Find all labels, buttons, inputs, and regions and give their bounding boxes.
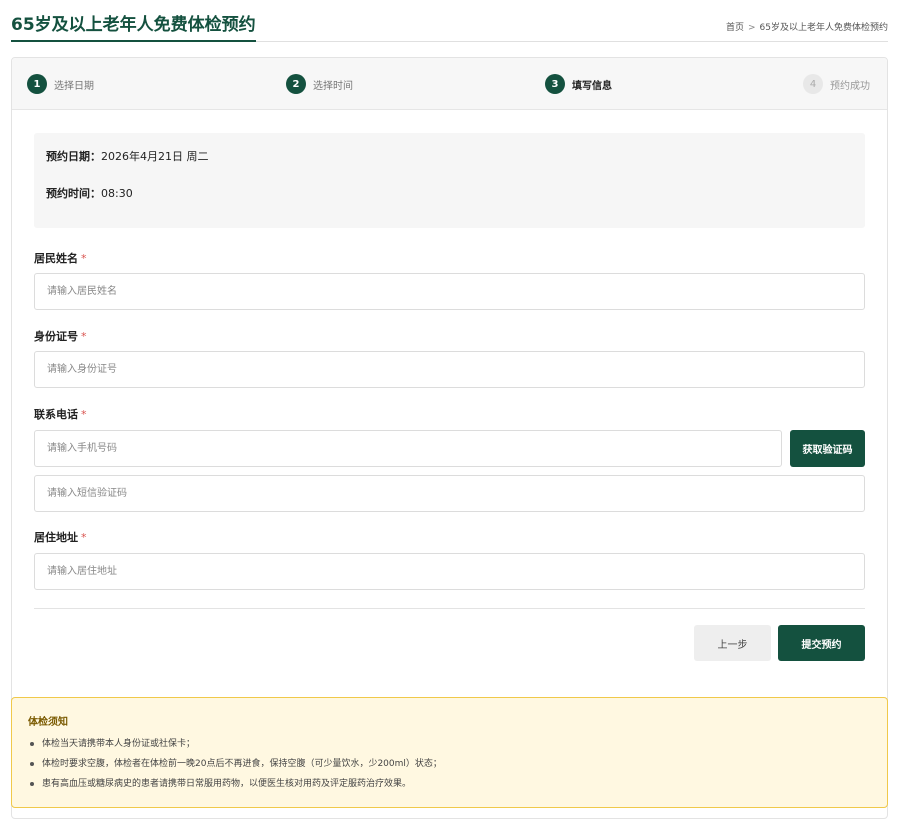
page-header: 65岁及以上老年人免费体检预约 首页 >65岁及以上老年人免费体检预约 [11,0,888,42]
step-label: 选择时间 [313,80,353,92]
exam-notice-box: 体检须知 体检当天请携带本人身份证或社保卡； 体检时要求空腹，体检者在体检前一晚… [11,697,888,808]
required-mark: * [81,408,87,421]
notice-list: 体检当天请携带本人身份证或社保卡； 体检时要求空腹，体检者在体检前一晚20点后不… [28,734,878,794]
submit-booking-button[interactable]: 提交预约 [778,625,865,661]
step-select-time: 2 选择时间 [286,74,353,94]
previous-step-button[interactable]: 上一步 [694,625,771,661]
step-number-badge: 4 [803,74,823,94]
address-label-text: 居住地址 [34,531,78,544]
address-input[interactable] [34,553,865,590]
step-label: 预约成功 [830,80,870,92]
step-booking-success: 4 预约成功 [803,74,870,94]
appointment-time-label: 预约时间： [46,187,101,200]
step-number-badge: 2 [286,74,306,94]
step-number-badge: 1 [27,74,47,94]
id-number-label-text: 身份证号 [34,330,78,343]
appointment-time-value: 08:30 [101,187,133,200]
appointment-date: 预约日期：2026年4月21日 周二 [46,148,209,164]
appointment-date-label: 预约日期： [46,150,101,163]
step-label: 选择日期 [54,80,94,92]
phone-input[interactable] [34,430,782,467]
breadcrumb-current: 65岁及以上老年人免费体检预约 [759,23,888,33]
step-fill-info: 3 填写信息 [545,74,612,94]
step-indicator: 1 选择日期 2 选择时间 3 填写信息 4 预约成功 [12,58,887,110]
notice-item-text: 体检当天请携带本人身份证或社保卡； [42,739,196,749]
notice-item-text: 体检时要求空腹，体检者在体检前一晚20点后不再进食，保持空腹（可少量饮水，少20… [42,759,442,769]
breadcrumb-home-link[interactable]: 首页 [726,23,744,33]
notice-item-text: 患有高血压或糖尿病史的患者请携带日常服用药物，以便医生核对用药及评定服药治疗效果… [42,779,412,789]
appointment-summary: 预约日期：2026年4月21日 周二 预约时间：08:30 [34,133,865,228]
bullet-icon [30,782,34,786]
list-item: 体检时要求空腹，体检者在体检前一晚20点后不再进食，保持空腹（可少量饮水，少20… [28,754,878,774]
form-divider [34,608,865,609]
bullet-icon [30,742,34,746]
list-item: 患有高血压或糖尿病史的患者请携带日常服用药物，以便医生核对用药及评定服药治疗效果… [28,774,878,794]
sms-code-input[interactable] [34,475,865,512]
step-number-badge: 3 [545,74,565,94]
resident-name-input[interactable] [34,273,865,310]
required-mark: * [81,252,87,265]
get-verification-code-button[interactable]: 获取验证码 [790,430,865,467]
id-number-label: 身份证号 * [34,328,87,344]
required-mark: * [81,330,87,343]
notice-title: 体检须知 [28,717,68,728]
list-item: 体检当天请携带本人身份证或社保卡； [28,734,878,754]
appointment-time: 预约时间：08:30 [46,185,133,201]
phone-label-text: 联系电话 [34,408,78,421]
address-label: 居住地址 * [34,529,87,545]
page-title: 65岁及以上老年人免费体检预约 [11,14,256,42]
step-select-date: 1 选择日期 [27,74,94,94]
phone-label: 联系电话 * [34,406,87,422]
bullet-icon [30,762,34,766]
required-mark: * [81,531,87,544]
step-label: 填写信息 [572,80,612,92]
id-number-input[interactable] [34,351,865,388]
resident-name-label-text: 居民姓名 [34,252,78,265]
breadcrumb: 首页 >65岁及以上老年人免费体检预约 [726,20,888,33]
breadcrumb-separator: > [748,23,756,33]
resident-name-label: 居民姓名 * [34,250,87,266]
appointment-date-value: 2026年4月21日 周二 [101,150,209,163]
